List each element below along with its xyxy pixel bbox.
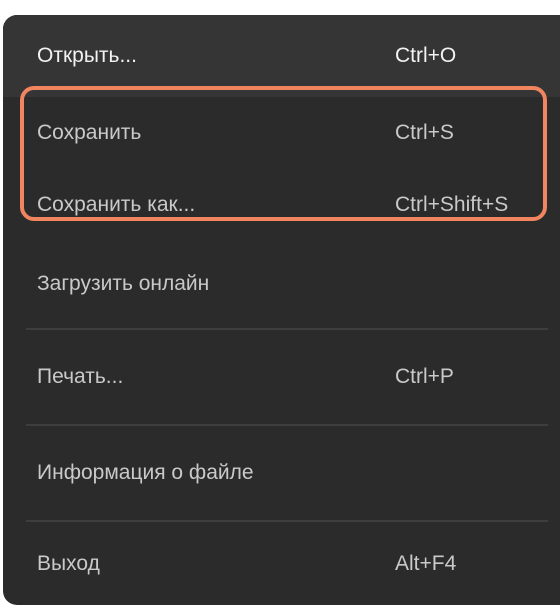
menu-item-save-as-shortcut: Ctrl+Shift+S <box>395 193 509 216</box>
menu-item-upload-online-label: Загрузить онлайн <box>37 272 210 295</box>
menu-separator <box>26 328 548 330</box>
menu-item-save[interactable]: Сохранить Ctrl+S <box>3 97 560 169</box>
menu-item-exit-label: Выход <box>37 552 100 575</box>
menu-item-open-shortcut: Ctrl+O <box>395 44 457 67</box>
menu-separator <box>26 424 548 426</box>
menu-item-open-label: Открыть... <box>37 44 137 67</box>
menu-item-exit-shortcut: Alt+F4 <box>395 552 457 575</box>
menu-item-file-info[interactable]: Информация о файле <box>3 427 560 519</box>
menu-item-upload-online[interactable]: Загрузить онлайн <box>3 241 560 327</box>
menu-item-save-shortcut: Ctrl+S <box>395 121 454 144</box>
menu-separator <box>26 520 548 522</box>
menu-item-print-shortcut: Ctrl+P <box>395 365 454 388</box>
menu-item-print-label: Печать... <box>37 365 124 388</box>
menu-item-open[interactable]: Открыть... Ctrl+O <box>3 15 560 97</box>
menu-item-print[interactable]: Печать... Ctrl+P <box>3 331 560 423</box>
menu-item-file-info-label: Информация о файле <box>37 461 254 484</box>
menu-item-save-as-label: Сохранить как... <box>37 193 196 216</box>
file-menu: Открыть... Ctrl+O Сохранить Ctrl+S Сохра… <box>3 15 560 605</box>
menu-item-save-label: Сохранить <box>37 121 142 144</box>
menu-item-save-as[interactable]: Сохранить как... Ctrl+Shift+S <box>3 169 560 241</box>
menu-item-exit[interactable]: Выход Alt+F4 <box>3 523 560 605</box>
